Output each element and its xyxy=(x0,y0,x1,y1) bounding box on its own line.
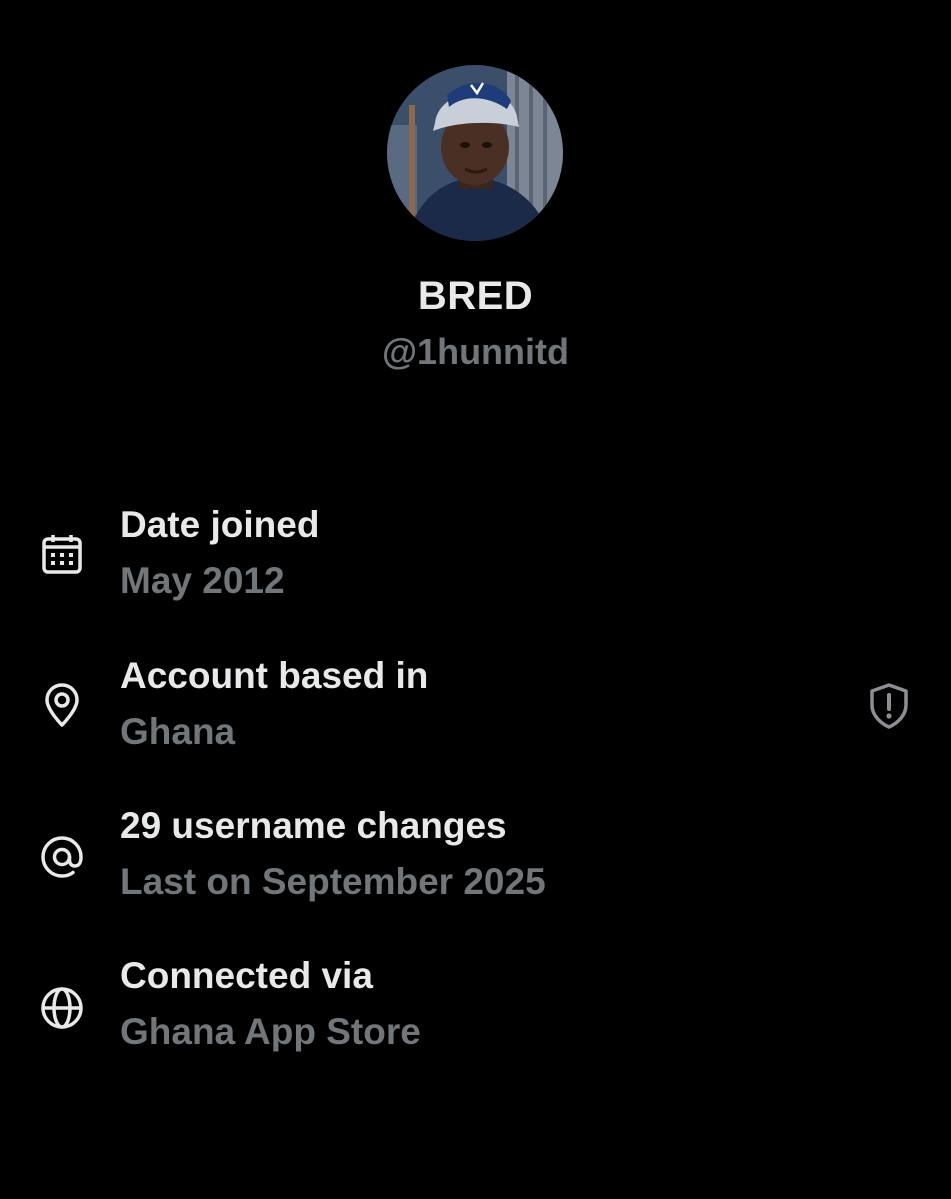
row-title: Connected via xyxy=(120,955,373,996)
info-row-username-changes: 29 username changes Last on September 20… xyxy=(0,801,951,911)
profile-header: BRED @1hunnitd xyxy=(0,0,951,400)
info-row-account-based-in[interactable]: Account based in Ghana xyxy=(0,651,951,761)
location-pin-icon xyxy=(38,681,86,729)
at-sign-icon xyxy=(38,833,86,881)
row-title: 29 username changes xyxy=(120,805,507,846)
avatar-photo xyxy=(387,65,563,241)
row-value: Ghana App Store xyxy=(120,1011,421,1052)
row-value: Last on September 2025 xyxy=(120,861,546,902)
info-row-connected-via: Connected via Ghana App Store xyxy=(0,951,951,1061)
globe-icon xyxy=(38,984,86,1032)
row-title: Account based in xyxy=(120,655,429,696)
display-name: BRED xyxy=(417,274,534,318)
avatar[interactable] xyxy=(387,65,563,241)
row-value: Ghana xyxy=(120,711,236,752)
row-title: Date joined xyxy=(120,504,320,545)
calendar-icon xyxy=(38,530,86,578)
info-row-date-joined: Date joined May 2012 xyxy=(0,500,951,610)
row-value: May 2012 xyxy=(120,560,285,601)
shield-alert-icon[interactable] xyxy=(864,681,914,731)
username-handle: @1hunnitd xyxy=(381,331,570,372)
